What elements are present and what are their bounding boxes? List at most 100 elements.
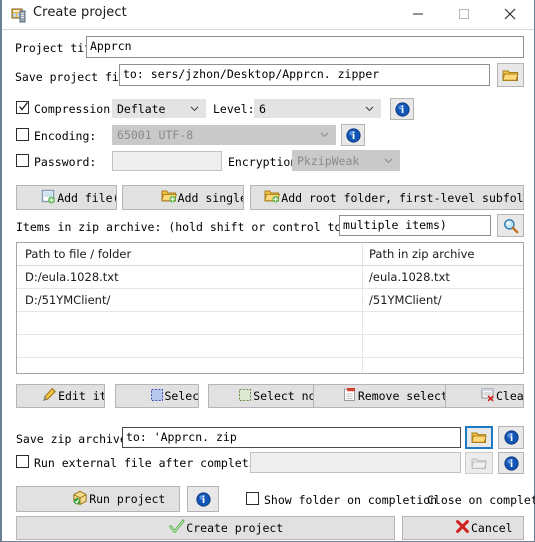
save-project-file-input[interactable]: to: sers/jzhon/Desktop/Apprcn. zipper [119, 64, 490, 86]
compression-info-button[interactable] [390, 98, 414, 120]
clear-label: Clear [495, 389, 524, 403]
window-title: Create project [33, 5, 127, 20]
run-project-info-button[interactable] [187, 486, 219, 512]
save-project-file-browse-button[interactable] [497, 63, 524, 87]
password-checkbox[interactable] [16, 154, 29, 167]
info-icon [503, 430, 519, 445]
save-zip-input[interactable]: to: 'Apprcn. zip [122, 427, 461, 448]
items-search-button[interactable] [497, 214, 524, 237]
remove-selected-button[interactable]: Remove selected [313, 384, 450, 408]
level-value: 6 [259, 101, 266, 116]
edit-item-label: Edit item [58, 389, 104, 403]
select-button[interactable]: Select [115, 384, 199, 408]
close-button[interactable] [487, 0, 533, 28]
column-divider [362, 243, 363, 265]
column-divider [362, 358, 363, 373]
select-none-button[interactable]: Select none [208, 384, 318, 408]
save-zip-browse-button[interactable] [465, 426, 493, 449]
save-zip-label: Save zip archive [16, 432, 127, 446]
chevron-down-icon [365, 106, 374, 111]
add-single-button[interactable]: Add single [122, 185, 244, 210]
add-root-folder-button[interactable]: Add root folder, first-level subfolders [250, 185, 524, 210]
items-list[interactable]: Path to file / folder Path in zip archiv… [16, 242, 524, 374]
cancel-button[interactable]: Cancel [402, 516, 524, 540]
select-none-label: Select none [253, 389, 317, 403]
project-title-input[interactable]: Apprcn [86, 36, 524, 58]
column-divider [362, 289, 363, 311]
folder-open-icon [502, 70, 519, 81]
maximize-button[interactable] [441, 0, 487, 28]
encoding-info-button[interactable] [341, 124, 365, 146]
clear-button[interactable]: Clear [445, 384, 524, 408]
select-label: Select [164, 389, 199, 403]
add-file-icon [17, 186, 56, 209]
table-row-empty[interactable] [17, 335, 523, 358]
create-project-label: Create project [186, 521, 284, 535]
encoding-label: Encoding: [34, 129, 97, 143]
package-icon [31, 487, 89, 511]
clear-list-icon [446, 385, 495, 407]
add-folder-icon [123, 186, 177, 209]
table-row[interactable]: D:/eula.1028.txt /eula.1028.txt [17, 266, 523, 289]
info-icon [503, 455, 519, 471]
create-project-button[interactable]: Create project [16, 516, 395, 540]
compression-select[interactable]: Deflate [112, 99, 206, 118]
encoding-checkbox[interactable] [16, 128, 29, 141]
run-project-label: Run project [89, 492, 166, 506]
project-title-label: Project tit [15, 41, 92, 55]
add-folder-icon [251, 186, 281, 209]
run-external-checkbox[interactable] [16, 455, 29, 468]
cell-path: D:/eula.1028.txt [25, 270, 119, 284]
cell-zip-path: /eula.1028.txt [369, 270, 450, 284]
chevron-down-icon [190, 106, 199, 111]
check-icon [19, 102, 28, 111]
check-icon [128, 517, 186, 539]
create-project-dialog: Create project Project tit Apprcn Save p… [0, 0, 535, 542]
folder-open-icon [471, 432, 487, 443]
minimize-button[interactable] [395, 0, 441, 28]
folder-open-icon [471, 458, 487, 469]
run-external-info-button[interactable] [498, 452, 524, 474]
table-row-empty[interactable] [17, 358, 523, 373]
add-files-label: Add file(s) [57, 190, 116, 205]
show-folder-checkbox[interactable] [246, 492, 259, 505]
level-label: Level: [213, 102, 255, 116]
info-icon [394, 101, 410, 117]
select-all-icon [116, 385, 164, 407]
remove-item-icon [314, 385, 357, 407]
column-header-zip-path: Path in zip archive [369, 247, 475, 261]
table-row[interactable]: D:/51YMClient/ /51YMClient/ [17, 289, 523, 312]
compression-value: Deflate [117, 101, 166, 116]
column-divider [362, 335, 363, 357]
password-input[interactable] [112, 151, 222, 171]
run-external-label: Run external file after completion: [34, 456, 277, 470]
encoding-value: 65001 UTF-8 [117, 128, 194, 142]
compression-checkbox[interactable] [16, 101, 29, 114]
run-project-button[interactable]: Run project [16, 486, 180, 512]
encryption-value: PkzipWeak [297, 153, 360, 168]
select-none-icon [209, 385, 252, 407]
cancel-label: Cancel [471, 521, 513, 535]
chevron-down-icon [320, 132, 329, 138]
cell-path: D:/51YMClient/ [25, 293, 111, 307]
add-files-button[interactable]: Add file(s) [16, 185, 117, 210]
remove-selected-label: Remove selected [357, 389, 449, 403]
column-divider [362, 266, 363, 288]
save-project-file-label: Save project file [15, 70, 133, 84]
level-select[interactable]: 6 [254, 99, 381, 118]
run-external-browse-button[interactable] [465, 452, 493, 474]
maximize-icon [459, 9, 469, 19]
edit-item-button[interactable]: Edit item [16, 384, 105, 408]
show-folder-label: Show folder on completion [264, 493, 438, 507]
items-filter-input[interactable]: multiple items) [339, 215, 491, 236]
chevron-down-icon [384, 158, 393, 163]
items-label: Items in zip archive: (hold shift or con… [16, 220, 390, 234]
run-external-input[interactable] [250, 452, 461, 473]
search-icon [503, 218, 518, 233]
encoding-select[interactable]: 65001 UTF-8 [112, 125, 336, 145]
compression-label: Compression: [34, 102, 118, 116]
encryption-select[interactable]: PkzipWeak [292, 150, 400, 171]
table-row-empty[interactable] [17, 312, 523, 335]
save-zip-info-button[interactable] [498, 426, 524, 449]
column-header-path: Path to file / folder [25, 247, 132, 261]
